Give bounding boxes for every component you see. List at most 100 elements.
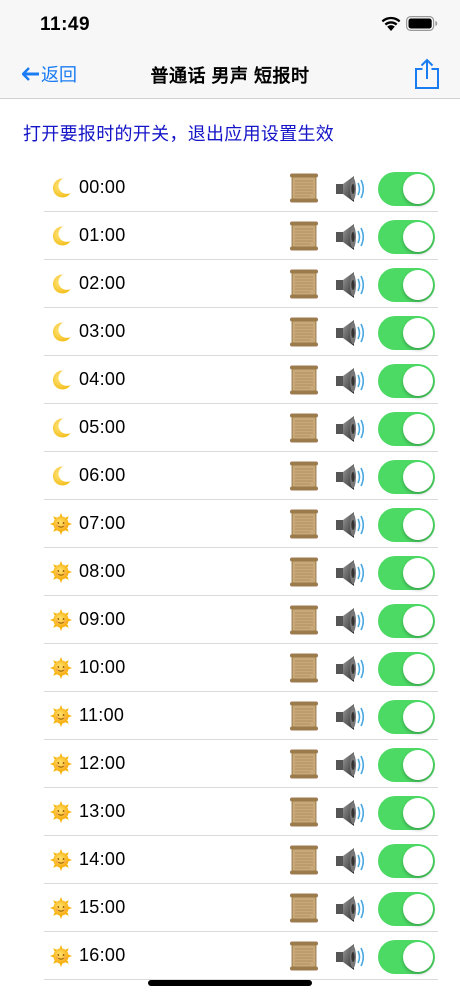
crescent-moon-icon: [50, 321, 72, 343]
hour-label: 00:00: [79, 177, 126, 197]
speaker-icon[interactable]: [334, 749, 368, 781]
battery-icon: [406, 16, 438, 31]
hour-toggle[interactable]: [378, 892, 435, 926]
toggle-knob: [403, 510, 433, 540]
toggle-knob: [403, 654, 433, 684]
scroll-icon[interactable]: [288, 364, 320, 396]
speaker-icon[interactable]: [334, 893, 368, 925]
speaker-icon[interactable]: [334, 653, 368, 685]
speaker-icon[interactable]: [334, 365, 368, 397]
sun-face-icon: [50, 609, 72, 631]
scroll-icon[interactable]: [288, 316, 320, 348]
sun-face-icon: [50, 897, 72, 919]
speaker-icon[interactable]: [334, 173, 368, 205]
list-item: 10:00: [44, 644, 438, 692]
scroll-icon[interactable]: [288, 892, 320, 924]
hour-label: 16:00: [79, 945, 126, 965]
hour-toggle[interactable]: [378, 460, 435, 494]
scroll-icon[interactable]: [288, 748, 320, 780]
scroll-icon[interactable]: [288, 796, 320, 828]
toggle-knob: [403, 558, 433, 588]
list-item: 14:00: [44, 836, 438, 884]
sun-face-icon: [50, 849, 72, 871]
list-item: 02:00: [44, 260, 438, 308]
hour-toggle[interactable]: [378, 412, 435, 446]
list-item: 12:00: [44, 740, 438, 788]
crescent-moon-icon: [50, 417, 72, 439]
time-list: 00:00 01:00 02:00 03:00 04:00 05:00 06:00 07:00…: [44, 164, 438, 980]
hour-toggle[interactable]: [378, 172, 435, 206]
scroll-icon[interactable]: [288, 460, 320, 492]
hour-toggle[interactable]: [378, 220, 435, 254]
speaker-icon[interactable]: [334, 701, 368, 733]
scroll-icon[interactable]: [288, 652, 320, 684]
speaker-icon[interactable]: [334, 317, 368, 349]
toggle-knob: [403, 606, 433, 636]
crescent-moon-icon: [50, 465, 72, 487]
scroll-icon[interactable]: [288, 220, 320, 252]
hour-label: 07:00: [79, 513, 126, 533]
sun-face-icon: [50, 945, 72, 967]
speaker-icon[interactable]: [334, 605, 368, 637]
hour-toggle[interactable]: [378, 556, 435, 590]
speaker-icon[interactable]: [334, 221, 368, 253]
list-item: 13:00: [44, 788, 438, 836]
hour-toggle[interactable]: [378, 316, 435, 350]
scroll-icon[interactable]: [288, 604, 320, 636]
speaker-icon[interactable]: [334, 269, 368, 301]
hour-toggle[interactable]: [378, 700, 435, 734]
back-arrow-icon: [22, 67, 39, 81]
hour-label: 02:00: [79, 273, 126, 293]
wifi-icon: [381, 16, 401, 31]
sun-face-icon: [50, 753, 72, 775]
hour-toggle[interactable]: [378, 364, 435, 398]
hour-label: 01:00: [79, 225, 126, 245]
speaker-icon[interactable]: [334, 941, 368, 973]
scroll-icon[interactable]: [288, 844, 320, 876]
navigation-bar: 返回 普通话 男声 短报时: [0, 50, 460, 99]
toggle-knob: [403, 798, 433, 828]
hour-label: 13:00: [79, 801, 126, 821]
toggle-knob: [403, 414, 433, 444]
hour-toggle[interactable]: [378, 604, 435, 638]
share-icon[interactable]: [414, 58, 440, 90]
scroll-icon[interactable]: [288, 508, 320, 540]
speaker-icon[interactable]: [334, 797, 368, 829]
scroll-icon[interactable]: [288, 172, 320, 204]
speaker-icon[interactable]: [334, 557, 368, 589]
scroll-icon[interactable]: [288, 556, 320, 588]
scroll-icon[interactable]: [288, 412, 320, 444]
speaker-icon[interactable]: [334, 509, 368, 541]
crescent-moon-icon: [50, 177, 72, 199]
crescent-moon-icon: [50, 369, 72, 391]
scroll-icon[interactable]: [288, 700, 320, 732]
scroll-icon[interactable]: [288, 940, 320, 972]
sun-face-icon: [50, 657, 72, 679]
hour-toggle[interactable]: [378, 268, 435, 302]
hour-toggle[interactable]: [378, 508, 435, 542]
hour-toggle[interactable]: [378, 652, 435, 686]
toggle-knob: [403, 894, 433, 924]
speaker-icon[interactable]: [334, 845, 368, 877]
hour-toggle[interactable]: [378, 748, 435, 782]
speaker-icon[interactable]: [334, 413, 368, 445]
crescent-moon-icon: [50, 225, 72, 247]
hour-label: 05:00: [79, 417, 126, 437]
toggle-knob: [403, 366, 433, 396]
list-item: 05:00: [44, 404, 438, 452]
back-button[interactable]: 返回: [22, 62, 77, 86]
hour-toggle[interactable]: [378, 796, 435, 830]
list-item: 06:00: [44, 452, 438, 500]
scroll-icon[interactable]: [288, 268, 320, 300]
sun-face-icon: [50, 801, 72, 823]
back-label: 返回: [41, 65, 77, 85]
list-item: 16:00: [44, 932, 438, 980]
hour-toggle[interactable]: [378, 940, 435, 974]
status-time: 11:49: [40, 14, 91, 35]
home-indicator[interactable]: [148, 980, 312, 986]
list-item: 07:00: [44, 500, 438, 548]
instruction-text: 打开要报时的开关，退出应用设置生效: [23, 124, 335, 144]
speaker-icon[interactable]: [334, 461, 368, 493]
toggle-knob: [403, 702, 433, 732]
hour-toggle[interactable]: [378, 844, 435, 878]
